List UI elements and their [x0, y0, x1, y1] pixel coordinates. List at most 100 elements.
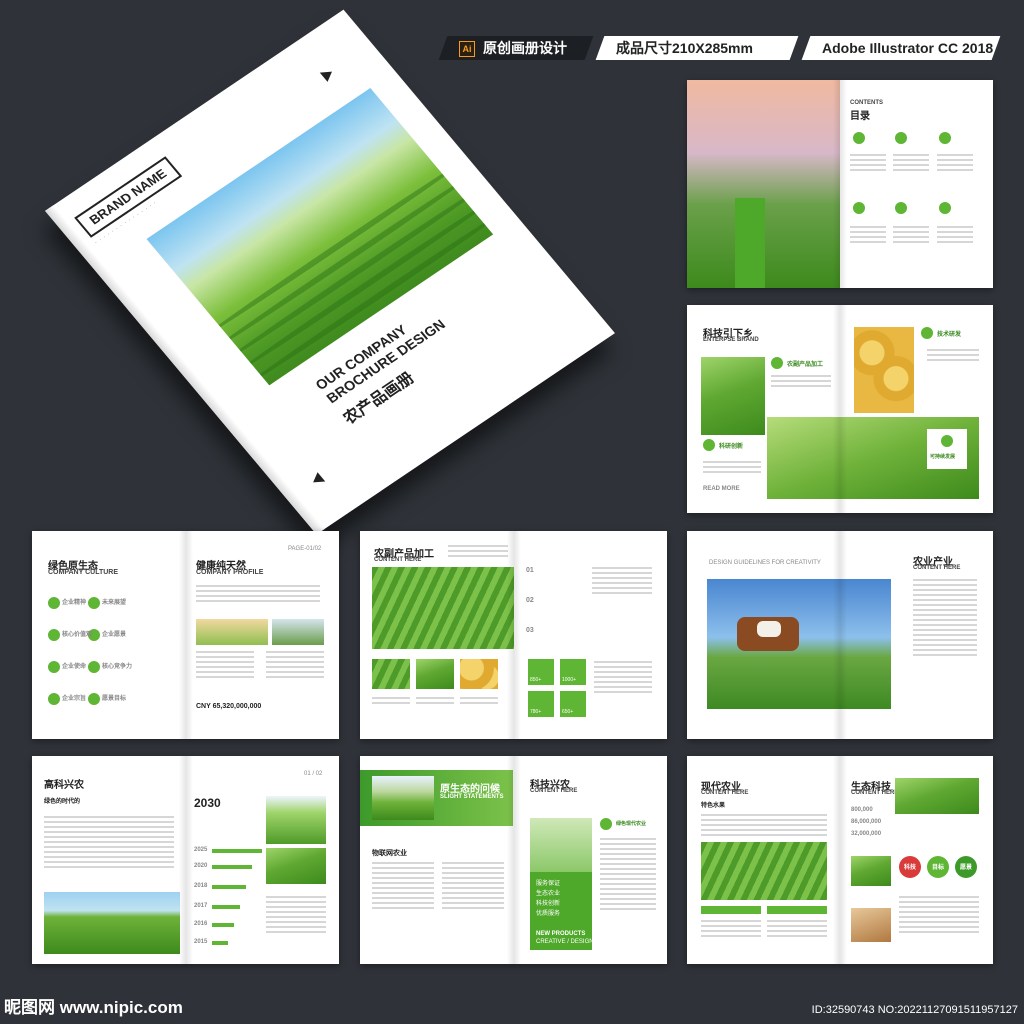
culture-circle-3 — [48, 629, 60, 641]
processing-num-2: 02 — [526, 597, 534, 604]
processing-numbered-text — [592, 567, 652, 597]
modern-figure-1: 800,000 — [851, 807, 873, 813]
culture-circle-2 — [88, 597, 100, 609]
spread-culture: 绿色原生态 COMPANY CULTURE 企业精神 未来展望 核心价值观 企业… — [32, 531, 339, 739]
tech-circle-1 — [771, 357, 783, 369]
culture-circle-7 — [48, 693, 60, 705]
culture-item-3: 核心价值观 — [62, 632, 93, 638]
timeline-bar-2 — [212, 865, 252, 869]
culture-item-7: 企业宗旨 — [62, 696, 87, 702]
timeline-bar-4 — [212, 905, 240, 909]
design-tag: Ai 原创画册设计 — [438, 36, 594, 60]
ecology-foot-left: NEW PRODUCTS — [536, 931, 586, 937]
ecology-leaf-icon — [600, 818, 612, 830]
culture-circle-6 — [88, 661, 100, 673]
culture-circle-8 — [88, 693, 100, 705]
industry-en: CONTENT HERE — [913, 565, 961, 571]
software-label: Adobe Illustrator CC 2018 — [822, 40, 994, 56]
timeline-year-3: 2018 — [194, 883, 208, 889]
timeline-bar-5 — [212, 923, 234, 927]
culture-right-en: COMPANY PROFILE — [196, 569, 264, 576]
tech-label-1: 农副产品加工 — [787, 362, 824, 368]
industry-text — [913, 579, 977, 659]
ecology-right-en: CONTENT HERE — [530, 788, 578, 794]
modern-right-text — [899, 896, 979, 936]
processing-tile-4-value: 650+ — [562, 709, 574, 715]
triangle-mark-top — [319, 67, 336, 82]
modern-badge-2-label: 目标 — [932, 865, 945, 871]
contents-text-block-3 — [937, 154, 973, 174]
watermark-id: ID:32590743 NO:20221127091511957127 — [811, 1004, 1018, 1016]
contents-circle-4 — [853, 202, 865, 214]
photo-small-field — [851, 856, 891, 886]
photo-greenhouse — [272, 619, 324, 645]
photo-green-rows — [701, 842, 827, 900]
modern-figure-3: 32,000,000 — [851, 831, 882, 837]
processing-tile-2-value: 1000+ — [562, 677, 577, 683]
timeline-bar-6 — [212, 941, 228, 945]
photo-hands-sprout — [530, 818, 592, 872]
triangle-mark-bottom — [309, 472, 326, 488]
contents-circle-1 — [853, 132, 865, 144]
photo-tea-rows — [895, 778, 979, 814]
brochure-cover: BRAND NAME · · · · · · · · · · · · · · ·… — [45, 9, 615, 535]
modern-green-bar-1 — [701, 906, 761, 914]
culture-circle-5 — [48, 661, 60, 673]
contents-text-block-6 — [937, 226, 973, 246]
ecology-list-1: 服务保证 — [536, 881, 561, 887]
photo-cow-pasture — [707, 579, 891, 709]
culture-body-left — [196, 651, 254, 681]
photo-thumb-3 — [460, 659, 498, 689]
ecology-list-4: 优质服务 — [536, 911, 561, 917]
industry-caption: DESIGN GUIDELINES FOR CREATIVITY — [709, 560, 821, 566]
watermark-site: 昵图网 www.nipic.com — [4, 998, 183, 1017]
contents-text-block-5 — [893, 226, 929, 246]
ecology-label: 绿色现代农业 — [616, 821, 647, 827]
photo-terrace-1 — [266, 796, 326, 844]
photo-grain — [854, 327, 914, 413]
spread-contents: CONTENTS 目录 — [687, 80, 993, 288]
modern-badge-3-label: 愿景 — [960, 865, 973, 871]
photo-tractor-field — [44, 892, 180, 954]
photo-sunset-field — [196, 619, 268, 645]
processing-num-1: 01 — [526, 567, 534, 574]
modern-en: CONTENT HERE — [701, 790, 749, 796]
processing-caption-2 — [416, 697, 454, 707]
contents-circle-3 — [939, 132, 951, 144]
modern-sub: 特色水果 — [701, 803, 726, 809]
size-label: 成品尺寸210X285mm — [616, 40, 753, 56]
ecology-foot-sub: CREATIVE / DESIGN — [536, 939, 594, 945]
processing-en: CONTENT HERE — [374, 557, 422, 563]
contents-circle-2 — [895, 132, 907, 144]
modern-right-en: CONTENT HERE — [851, 790, 899, 796]
photo-sprinkler — [701, 357, 765, 435]
processing-tile-3-value: 780+ — [530, 709, 542, 715]
processing-intro — [448, 545, 508, 560]
timeline-page: 01 / 02 — [304, 771, 323, 777]
timeline-sub-cn: 绿色的时代的 — [44, 799, 81, 805]
modern-intro — [701, 814, 827, 839]
modern-text-left — [701, 920, 761, 940]
processing-list — [594, 661, 652, 696]
photo-field-house — [372, 776, 434, 820]
culture-item-6: 核心竞争力 — [102, 664, 133, 670]
photo-thumb-2 — [416, 659, 454, 689]
timeline-intro — [44, 816, 174, 871]
timeline-year-6: 2015 — [194, 939, 208, 945]
ecology-text-right — [442, 862, 504, 912]
ecology-right-text — [600, 838, 656, 913]
spread-industry: DESIGN GUIDELINES FOR CREATIVITY 农业产业 CO… — [687, 531, 993, 739]
culture-item-8: 愿景目标 — [102, 696, 127, 702]
tech-text-3 — [703, 461, 761, 476]
timeline-text-right — [266, 896, 326, 936]
modern-badge-1-label: 科技 — [904, 865, 917, 871]
location-pin-icon — [941, 435, 953, 447]
culture-body-right — [266, 651, 324, 681]
processing-tile-1-value: 850+ — [530, 677, 542, 683]
culture-page: PAGE-01/02 — [288, 546, 322, 552]
timeline-cn: 高科兴农 — [44, 780, 84, 791]
ecology-list-2: 生态农业 — [536, 891, 561, 897]
culture-item-1: 企业精神 — [62, 600, 87, 606]
contents-text-block-2 — [893, 154, 929, 174]
contents-circle-5 — [895, 202, 907, 214]
